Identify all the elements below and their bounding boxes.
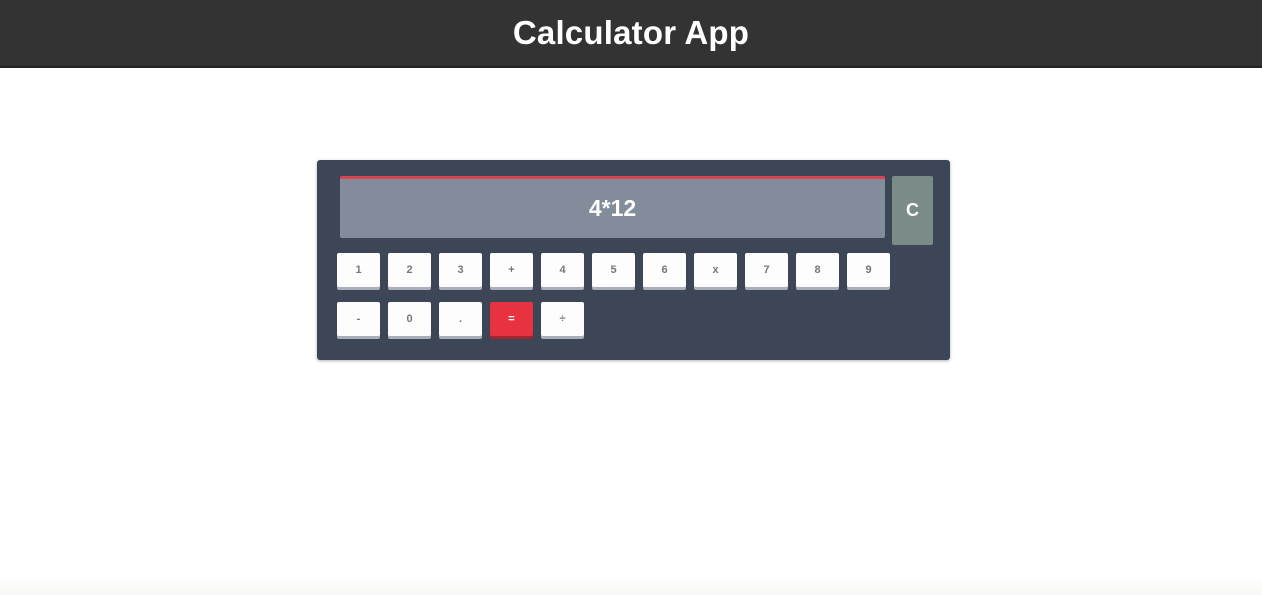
keypad: 1 2 3 + 4 5 6 x 7 8 9 - 0 . = ÷	[337, 253, 917, 351]
key-8-button[interactable]: 8	[796, 253, 839, 287]
key-5-button[interactable]: 5	[592, 253, 635, 287]
subtract-button[interactable]: -	[337, 302, 380, 336]
calculator-panel: 4*12 C 1 2 3 + 4 5 6 x 7 8 9 - 0 . = ÷	[317, 160, 950, 360]
add-button[interactable]: +	[490, 253, 533, 287]
app-title: Calculator App	[512, 14, 750, 51]
equals-button[interactable]: =	[490, 302, 533, 336]
app-header: Calculator App	[0, 0, 1262, 68]
key-3-button[interactable]: 3	[439, 253, 482, 287]
key-7-button[interactable]: 7	[745, 253, 788, 287]
keypad-row-1: 1 2 3 + 4 5 6 x 7 8 9	[337, 253, 917, 287]
key-6-button[interactable]: 6	[643, 253, 686, 287]
key-1-button[interactable]: 1	[337, 253, 380, 287]
key-4-button[interactable]: 4	[541, 253, 584, 287]
key-9-button[interactable]: 9	[847, 253, 890, 287]
calculator-display: 4*12	[340, 176, 885, 238]
key-0-button[interactable]: 0	[388, 302, 431, 336]
clear-button[interactable]: C	[892, 176, 933, 245]
keypad-row-2: - 0 . = ÷	[337, 302, 917, 336]
page-bottom-edge	[0, 578, 1262, 595]
divide-button[interactable]: ÷	[541, 302, 584, 336]
key-2-button[interactable]: 2	[388, 253, 431, 287]
multiply-button[interactable]: x	[694, 253, 737, 287]
decimal-button[interactable]: .	[439, 302, 482, 336]
